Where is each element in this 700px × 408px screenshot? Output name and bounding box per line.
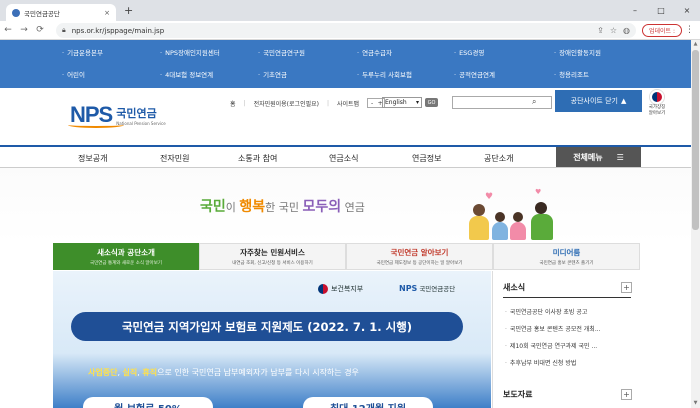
scroll-thumb[interactable] <box>692 50 699 230</box>
favicon-icon <box>12 8 20 17</box>
new-tab-button[interactable]: + <box>124 4 133 17</box>
close-window-button[interactable]: × <box>674 0 700 21</box>
reload-button[interactable]: ⟳ <box>32 25 48 35</box>
site-nav-link[interactable]: ESG경영 <box>454 47 484 57</box>
heart-icon: ♥ <box>485 192 494 202</box>
tab-civil-service[interactable]: 자주찾는 민원서비스 내연금 조회, 신고/신청 등 서비스 이용하기 <box>199 243 346 270</box>
press-section-title: 보도자료 <box>503 390 533 399</box>
content-tabs: 새소식과 공단소개 국민연금 통계와 새로운 소식 알아보기 자주찾는 민원서비… <box>53 243 640 270</box>
utility-links: 홈 | 전자민원이용(로그인필요) | 사이트맵 - + <box>230 98 386 108</box>
browser-tab-bar: 국민연금공단 × + – □ × <box>0 0 700 21</box>
menu-item[interactable]: 정보공개 <box>78 153 107 164</box>
banner-benefit-right: 최대 12개월 지원 <box>303 397 433 408</box>
tab-media-room[interactable]: 미디어룸 국민연금 홍보 콘텐츠 즐기기 <box>493 243 640 270</box>
hamburger-icon: ☰ <box>616 152 624 162</box>
chevron-up-icon: ▲ <box>620 97 627 105</box>
all-menu-label: 전체메뉴 <box>573 152 603 162</box>
site-nav-link[interactable]: 기금운용본부 <box>62 47 103 57</box>
news-item[interactable]: 제10회 국민연금 연구과제 국민 ... <box>505 341 631 350</box>
banner-title: 국민연금 지역가입자 보험료 지원제도 (2022. 7. 1. 시행) <box>71 312 463 341</box>
language-value: English <box>385 99 407 106</box>
news-item[interactable]: 국민연금공단 이사장 초빙 공고 <box>505 307 631 316</box>
divider <box>503 297 631 298</box>
util-home-link[interactable]: 홈 <box>230 99 236 108</box>
logo-swoosh <box>68 122 124 128</box>
ministry-logo: 보건복지부 <box>318 284 363 294</box>
font-decrease-button[interactable]: - <box>368 99 376 107</box>
news-item[interactable]: 국민연금 홍보 콘텐츠 공모전 개최... <box>505 324 631 333</box>
shortcut-label: 공단사이트 닫기 <box>570 97 618 105</box>
site-shortcut-toggle[interactable]: 공단사이트 닫기 ▲ <box>555 90 642 112</box>
taegeuk-icon <box>650 90 664 104</box>
ministry-emblem-icon <box>318 284 328 294</box>
main-menu: 정보공개 전자민원 소통과 참여 연금소식 연금정보 공단소개 전체메뉴 ☰ <box>0 145 700 168</box>
minimize-button[interactable]: – <box>622 0 648 21</box>
hero-banner: 국민이 행복한 국민 모두의 연금 ♥ ♥ <box>0 168 700 243</box>
browser-menu-icon[interactable]: ⋮ <box>685 25 694 35</box>
tab-news[interactable]: 새소식과 공단소개 국민연금 통계와 새로운 소식 알아보기 <box>53 243 199 270</box>
main-promo-banner[interactable]: 보건복지부 NPS 국민연금공단 국민연금 지역가입자 보험료 지원제도 (202… <box>53 271 491 408</box>
bookmark-star-icon[interactable]: ☆ <box>610 26 617 35</box>
heart-icon: ♥ <box>535 188 542 196</box>
lock-icon: 🔒︎ <box>62 26 66 34</box>
close-tab-icon[interactable]: × <box>104 9 110 17</box>
forward-button[interactable]: → <box>16 25 32 35</box>
chevron-down-icon: ▾ <box>415 99 419 106</box>
profile-icon[interactable]: ◍ <box>623 26 630 35</box>
hero-slogan: 국민이 행복한 국민 모두의 연금 <box>200 199 365 215</box>
page-scrollbar[interactable]: ▲ ▼ <box>691 40 700 408</box>
site-nav-link[interactable]: 기초연금 <box>258 69 287 79</box>
scroll-down-icon[interactable]: ▼ <box>691 400 700 406</box>
back-button[interactable]: ← <box>0 25 16 35</box>
site-nav-link[interactable]: 국민연금연구원 <box>258 47 305 57</box>
menu-item[interactable]: 소통과 참여 <box>238 153 277 164</box>
site-nav-link[interactable]: 어린이 <box>62 69 85 79</box>
search-input[interactable] <box>452 96 552 109</box>
all-menu-button[interactable]: 전체메뉴 ☰ <box>556 147 641 167</box>
site-nav-link[interactable]: NPS장애인지원센터 <box>160 47 220 57</box>
site-nav-link[interactable]: 공적연금연계 <box>454 69 495 79</box>
family-illustration: ♥ ♥ <box>465 188 560 240</box>
language-go-button[interactable]: GO <box>425 98 438 107</box>
logo-korean-text: 국민연금 <box>116 106 157 120</box>
nps-small-logo: NPS 국민연금공단 <box>399 284 456 293</box>
site-nav-link[interactable]: 장애인활동지원 <box>554 47 601 57</box>
site-header: NPS 국민연금 National Pension Service 홈 | 전자… <box>0 88 700 145</box>
banner-subtitle: 사업중단, 실직, 휴직으로 인한 국민연금 납부예외자가 납부를 다시 시작하… <box>88 368 359 377</box>
tab-title: 국민연금공단 <box>24 9 60 18</box>
banner-benefit-left: 월 보험료 50% <box>83 397 213 408</box>
address-bar[interactable]: 🔒︎ nps.or.kr/jsppage/main.jsp ⇪ ☆ ◍ <box>56 23 636 38</box>
menu-item[interactable]: 공단소개 <box>484 153 513 164</box>
site-nav-link[interactable]: 청용리조트 <box>554 69 589 79</box>
menu-item[interactable]: 연금정보 <box>412 153 441 164</box>
site-nav-link[interactable]: 연금수급자 <box>357 47 392 57</box>
news-more-button[interactable]: + <box>621 282 632 293</box>
language-select[interactable]: English ▾ <box>382 97 422 108</box>
browser-tab[interactable]: 국민연금공단 × <box>6 4 116 21</box>
national-emblem-link[interactable]: 국가상징 알아보기 <box>645 90 669 116</box>
util-sitemap-link[interactable]: 사이트맵 <box>337 99 359 108</box>
news-section-title: 새소식 <box>503 283 526 292</box>
emblem-label-line2: 알아보기 <box>648 111 666 116</box>
menu-item[interactable]: 연금소식 <box>329 153 358 164</box>
update-button[interactable]: 업데이트 : <box>641 24 682 37</box>
site-nav-link[interactable]: 두루누리 사회보험 <box>357 69 412 79</box>
press-more-button[interactable]: + <box>621 389 632 400</box>
share-icon[interactable]: ⇪ <box>597 26 604 35</box>
scroll-up-icon[interactable]: ▲ <box>691 41 700 47</box>
site-family-nav: 기금운용본부 NPS장애인지원센터 국민연금연구원 연금수급자 ESG경영 장애… <box>0 40 700 88</box>
tab-pension-info[interactable]: 국민연금 알아보기 국민연금 제도정보 등 공단이하는 일 알아보기 <box>346 243 493 270</box>
news-sidebar: 새소식 + 국민연금공단 이사장 초빙 공고 국민연금 홍보 콘텐츠 공모전 개… <box>492 271 640 408</box>
maximize-button[interactable]: □ <box>648 0 674 21</box>
menu-item[interactable]: 전자민원 <box>160 153 189 164</box>
nps-logo[interactable]: NPS 국민연금 National Pension Service <box>68 102 166 128</box>
news-item[interactable]: 추후납부 비대면 신청 방법 <box>505 358 631 367</box>
site-nav-link[interactable]: 4대보험 정보연계 <box>160 69 213 79</box>
browser-toolbar: ← → ⟳ 🔒︎ nps.or.kr/jsppage/main.jsp ⇪ ☆ … <box>0 21 700 40</box>
search-icon[interactable]: ⌕ <box>532 97 536 107</box>
window-controls: – □ × <box>622 0 700 21</box>
util-eservice-link[interactable]: 전자민원이용(로그인필요) <box>254 99 319 108</box>
url-text[interactable]: nps.or.kr/jsppage/main.jsp <box>72 27 591 35</box>
